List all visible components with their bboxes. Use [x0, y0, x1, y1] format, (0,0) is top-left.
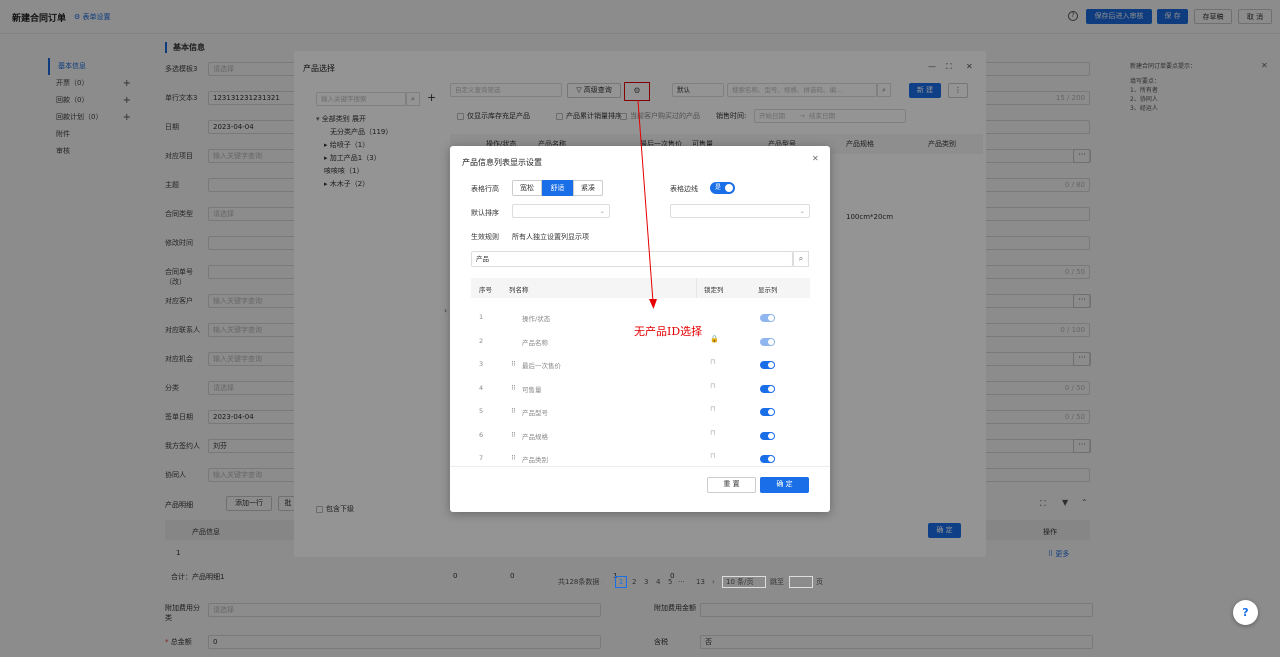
annotation-arrow [637, 100, 657, 309]
drag-handle-icon[interactable]: ⠿ [511, 407, 516, 415]
drag-handle-icon[interactable]: ⠿ [511, 431, 516, 439]
row-height-label: 表格行高 [471, 185, 499, 193]
unlock-icon[interactable]: ⊓ [710, 358, 715, 366]
row-column-name: 产品规格 [522, 432, 548, 441]
footer-divider [450, 466, 830, 467]
row-height-compact[interactable]: 紧凑 [573, 180, 603, 196]
unlock-icon[interactable]: ⊓ [710, 405, 715, 413]
jump-input[interactable] [789, 576, 813, 588]
row-column-name: 产品名称 [522, 338, 548, 347]
col-visible: 显示列 [758, 286, 778, 294]
page-ellipsis[interactable]: ··· [678, 576, 685, 588]
settings-row: 6 ⠿ 产品规格 ⊓ [471, 424, 796, 447]
reset-button[interactable]: 重 置 [707, 477, 756, 493]
drag-handle-icon[interactable]: ⠿ [511, 454, 516, 462]
col-lock: 锁定列 [704, 286, 724, 294]
drag-handle-icon[interactable]: ⠿ [511, 384, 516, 392]
header-divider [696, 278, 697, 298]
page-5[interactable]: 5 [668, 576, 672, 588]
rule-value: 所有人独立设置列显示项 [512, 233, 589, 241]
row-column-name: 产品类别 [522, 456, 548, 464]
page-unit: 页 [816, 578, 823, 586]
prev-page-icon[interactable]: ‹ [606, 576, 609, 588]
drag-handle-icon[interactable]: ⠿ [511, 360, 516, 368]
page-1[interactable]: 1 [615, 576, 627, 588]
search-icon[interactable]: ⌕ [793, 251, 809, 267]
visible-toggle[interactable] [760, 408, 775, 416]
unlock-icon[interactable]: ⊓ [710, 429, 715, 437]
col-index: 序号 [479, 286, 492, 294]
settings-title: 产品信息列表显示设置 [462, 158, 542, 167]
row-column-name: 可售量 [522, 385, 542, 394]
arrow-line [637, 100, 654, 303]
settings-row: 3 ⠿ 最后一次售价 ⊓ [471, 353, 796, 376]
help-float-button[interactable]: ? [1233, 600, 1258, 625]
visible-toggle[interactable] [760, 337, 775, 346]
row-column-name: 最后一次售价 [522, 362, 561, 370]
unlock-icon[interactable]: ⊓ [710, 382, 715, 390]
page-3[interactable]: 3 [644, 576, 648, 588]
sort-direction-select[interactable]: ⌄ [670, 204, 810, 218]
row-column-name: 操作/状态 [522, 315, 551, 323]
lock-icon[interactable]: 🔒 [710, 335, 719, 343]
visible-toggle[interactable] [760, 361, 775, 369]
page-13[interactable]: 13 [696, 576, 705, 588]
next-page-icon[interactable]: › [712, 576, 715, 588]
row-index: 7 [479, 454, 484, 462]
visible-toggle[interactable] [760, 314, 775, 322]
default-sort-label: 默认排序 [471, 209, 499, 217]
settings-row: 7 ⠿ 产品类别 ⊓ [471, 447, 796, 464]
row-index: 2 [479, 336, 484, 345]
page-2[interactable]: 2 [632, 576, 636, 588]
page-size-select[interactable]: 10 条/页 [722, 576, 766, 588]
settings-row: 4 ⠿ 可售量 ⊓ [471, 377, 796, 400]
settings-row: 5 ⠿ 产品型号 ⊓ [471, 400, 796, 423]
row-index: 5 [479, 407, 484, 415]
arrow-head [649, 299, 657, 309]
row-height-loose[interactable]: 宽松 [512, 180, 542, 196]
border-toggle[interactable]: 是 [710, 182, 735, 194]
row-index: 3 [479, 360, 484, 368]
row-column-name: 产品型号 [522, 409, 548, 417]
row-height-comfortable[interactable]: 舒适 [542, 180, 573, 196]
visible-toggle[interactable] [760, 384, 775, 393]
row-index: 1 [479, 313, 484, 321]
border-label: 表格边线 [670, 185, 698, 193]
page-4[interactable]: 4 [656, 576, 660, 588]
pagination-total: 共128条数据 [558, 578, 600, 586]
unlock-icon[interactable]: ⊓ [710, 452, 715, 460]
row-index: 6 [479, 430, 484, 439]
col-column-name: 列名称 [509, 286, 529, 294]
visible-toggle[interactable] [760, 455, 775, 463]
rule-label: 生效规则 [471, 233, 499, 241]
visible-toggle[interactable] [760, 431, 775, 440]
close-icon[interactable]: ✕ [812, 154, 819, 163]
jump-label: 跳至 [770, 578, 784, 586]
settings-confirm-button[interactable]: 确 定 [760, 477, 809, 493]
row-index: 4 [479, 383, 484, 392]
annotation-text: 无产品ID选择 [634, 325, 703, 338]
default-sort-select[interactable]: ⌄ [512, 204, 610, 218]
